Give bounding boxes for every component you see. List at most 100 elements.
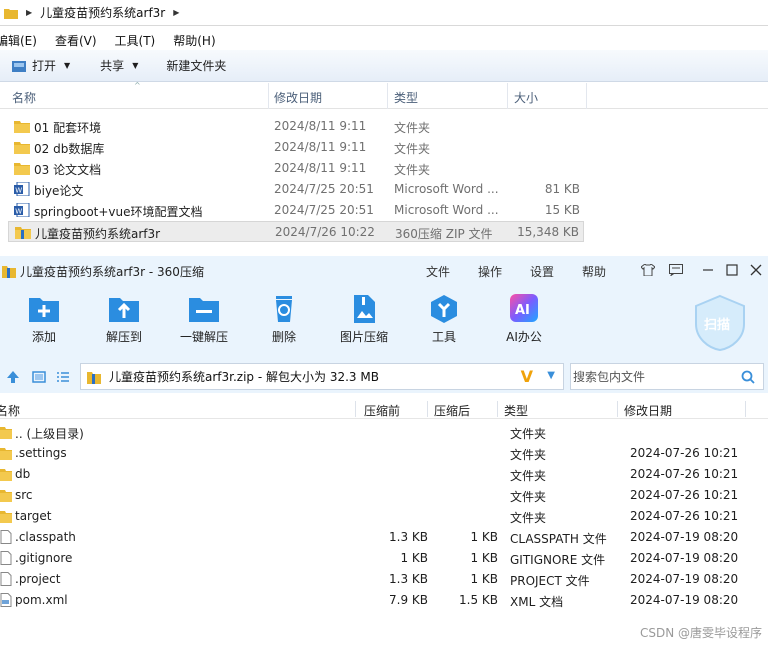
file-name: 儿童疫苗预约系统arf3r	[35, 227, 161, 241]
column-divider[interactable]	[268, 83, 269, 109]
entry-date: 2024-07-26 10:21	[630, 488, 739, 502]
file-name: 03 论文文档	[34, 163, 102, 177]
title-bar[interactable]: 儿童疫苗预约系统arf3r - 360压缩 文件 操作 设置 帮助	[0, 256, 768, 286]
column-divider[interactable]	[586, 83, 587, 109]
feedback-icon[interactable]	[668, 262, 684, 278]
column-divider[interactable]	[507, 83, 508, 109]
extract-to-icon	[109, 298, 139, 322]
breadcrumb-arrow-icon[interactable]: ▶	[173, 8, 179, 17]
entry-name: .. (上级目录)	[15, 427, 84, 441]
v-check-icon[interactable]: V	[521, 367, 533, 386]
column-divider[interactable]	[427, 401, 428, 417]
add-icon	[29, 298, 59, 322]
column-divider[interactable]	[745, 401, 746, 417]
menu-help[interactable]: 帮助(H)	[173, 32, 215, 49]
folder-icon	[0, 490, 12, 502]
scan-shield-icon: 扫描	[695, 294, 745, 352]
menu-settings[interactable]: 设置	[530, 263, 554, 280]
tools-button[interactable]: 工具	[409, 294, 479, 345]
menu-edit[interactable]: 编辑(E)	[0, 32, 37, 49]
entry-date: 2024-07-26 10:21	[630, 446, 739, 460]
archive-entry-row[interactable]: db 文件夹 2024-07-26 10:21	[0, 464, 768, 485]
ai-office-icon: AI	[510, 294, 538, 322]
maximize-icon[interactable]	[724, 262, 740, 278]
search-input[interactable]	[571, 364, 731, 389]
menu-file[interactable]: 文件	[426, 263, 450, 280]
column-size[interactable]: 大小	[514, 89, 538, 106]
chevron-down-icon[interactable]: ▼	[547, 370, 555, 381]
entry-name: .project	[15, 572, 61, 586]
ai-office-button[interactable]: AI AI办公	[489, 294, 559, 345]
entry-type: 文件夹	[510, 511, 547, 525]
column-divider[interactable]	[497, 401, 498, 417]
minimize-icon[interactable]	[700, 262, 716, 278]
column-divider[interactable]	[387, 83, 388, 109]
file-name: 01 配套环境	[34, 121, 102, 135]
view-detail-icon[interactable]	[32, 370, 46, 384]
entry-compressed-size: 1.3 KB	[389, 530, 428, 544]
new-folder-button[interactable]: 新建文件夹	[166, 57, 226, 74]
up-arrow-icon[interactable]	[6, 370, 20, 384]
file-row[interactable]: W biye论文 2024/7/25 20:51 Microsoft Word …	[8, 179, 584, 200]
column-date[interactable]: 修改日期	[624, 402, 672, 419]
column-packed[interactable]: 压缩后	[434, 402, 470, 419]
search-icon[interactable]	[741, 370, 755, 384]
address-bar[interactable]: ▶ 儿童疫苗预约系统arf3r ▶	[0, 0, 768, 26]
app-zip-icon	[2, 266, 16, 278]
close-icon[interactable]	[748, 262, 764, 278]
file-row[interactable]: 01 配套环境 2024/8/11 9:11 文件夹	[8, 116, 584, 137]
open-button[interactable]: 打开 ▼	[12, 57, 70, 74]
folder-icon	[14, 163, 30, 175]
one-click-extract-button[interactable]: 一键解压	[169, 294, 239, 345]
ai-badge-text: AI	[515, 303, 530, 318]
file-row-selected[interactable]: 儿童疫苗预约系统arf3r 2024/7/26 10:22 360压缩 ZIP …	[8, 221, 584, 242]
file-row[interactable]: W springboot+vue环境配置文档 2024/7/25 20:51 M…	[8, 200, 584, 221]
archive-entry-row[interactable]: target 文件夹 2024-07-26 10:21	[0, 506, 768, 527]
share-label: 共享	[100, 59, 125, 73]
archive-entry-row[interactable]: .classpath 1.3 KB 1 KB CLASSPATH 文件 2024-07-…	[0, 527, 768, 548]
entry-packed-size: 1 KB	[470, 530, 498, 544]
add-button[interactable]: 添加	[9, 294, 79, 345]
extract-to-label: 解压到	[105, 330, 142, 344]
archive-entry-row[interactable]: pom.xml 7.9 KB 1.5 KB XML 文档 2024-07-19 08:2…	[0, 590, 768, 611]
menu-view[interactable]: 查看(V)	[55, 32, 97, 49]
view-list-icon[interactable]	[56, 370, 70, 384]
archive-entry-row[interactable]: .settings 文件夹 2024-07-26 10:21	[0, 443, 768, 464]
column-divider[interactable]	[355, 401, 356, 417]
image-compress-button[interactable]: 图片压缩	[329, 294, 399, 345]
folder-icon	[0, 511, 12, 523]
column-date[interactable]: 修改日期	[274, 89, 322, 106]
archive-path-text: 儿童疫苗预约系统arf3r.zip - 解包大小为 32.3 MB	[109, 370, 379, 384]
column-name[interactable]: 名称	[12, 89, 36, 106]
archive-entry-row[interactable]: src 文件夹 2024-07-26 10:21	[0, 485, 768, 506]
menu-tools[interactable]: 工具(T)	[115, 32, 156, 49]
column-divider[interactable]	[617, 401, 618, 417]
breadcrumb-arrow-icon[interactable]: ▶	[26, 8, 32, 17]
column-name[interactable]: 名称	[0, 402, 20, 419]
archive-entry-row[interactable]: .project 1.3 KB 1 KB PROJECT 文件 2024-07-19 0…	[0, 569, 768, 590]
delete-button[interactable]: 删除	[249, 294, 319, 345]
share-button[interactable]: 共享 ▼	[100, 57, 138, 74]
archive-entry-row[interactable]: .gitignore 1 KB 1 KB GITIGNORE 文件 2024-07-19…	[0, 548, 768, 569]
image-compress-icon	[354, 295, 375, 323]
entry-name: pom.xml	[15, 593, 68, 607]
shirt-skin-icon[interactable]	[640, 262, 656, 278]
menu-operation[interactable]: 操作	[478, 263, 502, 280]
one-click-extract-label: 一键解压	[179, 330, 228, 344]
archive-path-field[interactable]: 儿童疫苗预约系统arf3r.zip - 解包大小为 32.3 MB V ▼	[80, 363, 564, 390]
column-compressed[interactable]: 压缩前	[364, 402, 400, 419]
file-row[interactable]: 02 db数据库 2024/8/11 9:11 文件夹	[8, 137, 584, 158]
file-size: 81 KB	[544, 182, 580, 196]
watermark: CSDN @唐雯毕设程序	[639, 626, 762, 640]
scan-button[interactable]: 扫描	[692, 294, 748, 352]
breadcrumb-segment[interactable]: 儿童疫苗预约系统arf3r	[40, 4, 165, 21]
archive-entry-row[interactable]: .. (上级目录) 文件夹	[0, 422, 768, 443]
menu-help[interactable]: 帮助	[582, 263, 606, 280]
search-box[interactable]	[570, 363, 764, 390]
column-type[interactable]: 类型	[504, 402, 528, 419]
file-row[interactable]: 03 论文文档 2024/8/11 9:11 文件夹	[8, 158, 584, 179]
extract-to-button[interactable]: 解压到	[89, 294, 159, 345]
column-type[interactable]: 类型	[394, 89, 418, 106]
file-size: 15,348 KB	[517, 225, 579, 239]
entry-packed-size: 1 KB	[470, 572, 498, 586]
